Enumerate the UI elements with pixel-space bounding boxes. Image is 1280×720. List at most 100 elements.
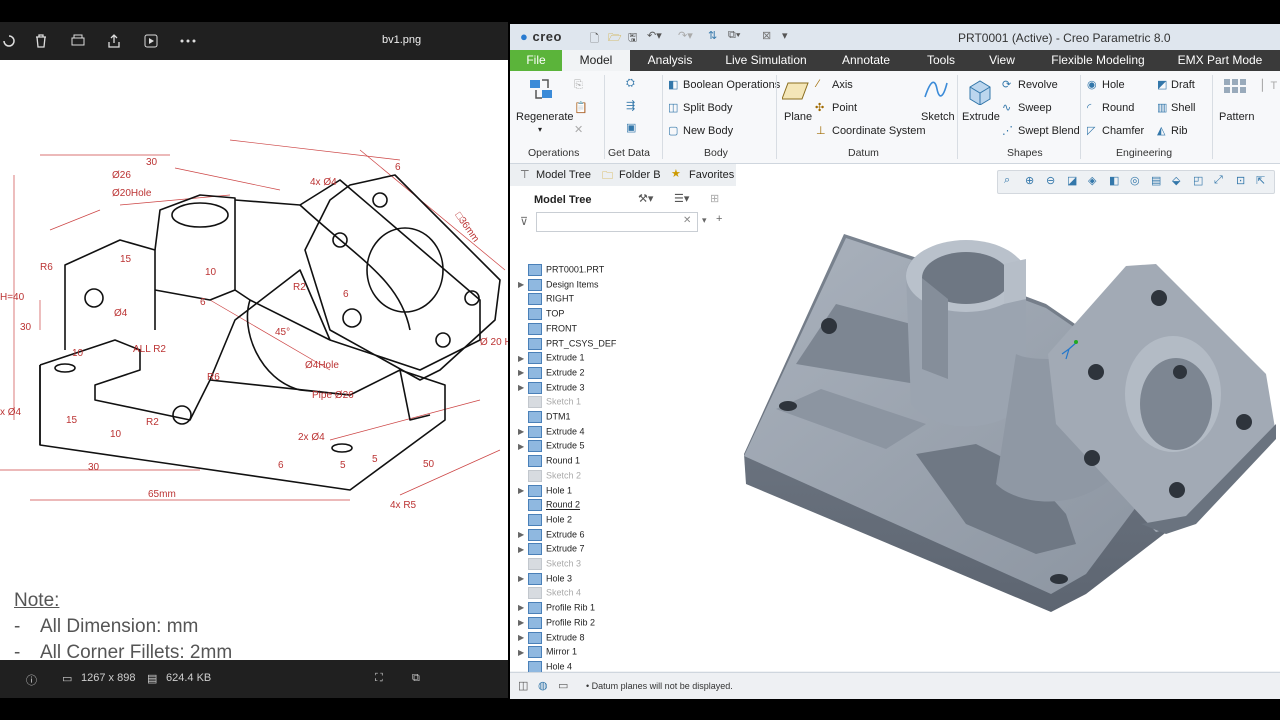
tree-search-input[interactable]: [536, 212, 698, 232]
tab-view[interactable]: View: [982, 50, 1022, 71]
tree-item[interactable]: Hole 2: [518, 513, 572, 528]
tab-flexible-modeling[interactable]: Flexible Modeling: [1040, 50, 1156, 71]
csys-display-icon[interactable]: ⇱: [1256, 174, 1265, 187]
delete-feature-icon[interactable]: ✕: [574, 123, 583, 136]
tree-item[interactable]: TOP: [518, 308, 564, 322]
hole-button[interactable]: Hole: [1102, 79, 1125, 91]
expand-arrow-icon[interactable]: ▶: [518, 545, 528, 554]
group-datum[interactable]: Datum: [848, 147, 879, 159]
customize-icon[interactable]: ▾: [782, 29, 788, 42]
add-icon[interactable]: +: [716, 213, 722, 225]
user-defined-feature-icon[interactable]: ⛭: [626, 77, 635, 90]
rib-button[interactable]: Rib: [1171, 125, 1188, 137]
boolean-operations-button[interactable]: Boolean Operations: [683, 79, 780, 91]
tree-item[interactable]: ▶ Extrude 3: [518, 381, 585, 396]
save-icon[interactable]: 🖫: [628, 29, 637, 48]
tree-item[interactable]: ▶ Extrude 2: [518, 366, 585, 381]
tree-item[interactable]: ▶ Extrude 8: [518, 631, 585, 646]
tree-item[interactable]: Sketch 3: [518, 558, 581, 572]
tree-item[interactable]: FRONT: [518, 322, 577, 337]
fullscreen-icon[interactable]: ⧉: [412, 672, 420, 685]
expand-arrow-icon[interactable]: ▶: [518, 427, 528, 436]
expand-arrow-icon[interactable]: ▶: [518, 486, 528, 495]
split-body-button[interactable]: Split Body: [683, 102, 733, 114]
browser-icon[interactable]: ◍: [538, 679, 548, 692]
tree-columns-icon[interactable]: ⊞: [710, 192, 719, 205]
rotate-icon[interactable]: [0, 32, 18, 50]
regenerate-icon[interactable]: [528, 76, 556, 104]
perspective-icon[interactable]: ◈: [1088, 174, 1096, 187]
sketch-icon[interactable]: [923, 77, 949, 103]
draft-button[interactable]: Draft: [1171, 79, 1195, 91]
regenerate-button[interactable]: Regenerate: [516, 111, 574, 123]
regenerate-dropdown-icon[interactable]: ▾: [538, 125, 542, 134]
new-body-button[interactable]: New Body: [683, 125, 733, 137]
settings-icon[interactable]: ⚒▾: [638, 192, 653, 205]
shrinkwrap-icon[interactable]: ▣: [626, 121, 636, 134]
undo-icon[interactable]: ↶▾: [647, 29, 662, 42]
clear-search-icon[interactable]: ✕: [683, 215, 691, 226]
tree-item[interactable]: ▶ Extrude 6: [518, 528, 585, 543]
expand-arrow-icon[interactable]: ▶: [518, 603, 528, 612]
tree-item[interactable]: ▶ Profile Rib 1: [518, 602, 595, 616]
plane-button[interactable]: Plane: [784, 111, 812, 123]
tab-emx-part-mode[interactable]: EMX Part Mode: [1172, 50, 1268, 71]
fit-screen-icon[interactable]: ⛶: [375, 672, 383, 685]
expand-arrow-icon[interactable]: ▶: [518, 354, 528, 363]
delete-icon[interactable]: [32, 32, 50, 50]
print-icon[interactable]: [69, 32, 87, 50]
zoom-in-icon[interactable]: ⊕: [1025, 174, 1034, 187]
fullscreen-graphics-icon[interactable]: ▭: [558, 679, 568, 692]
extrude-icon[interactable]: [966, 77, 994, 105]
regenerate-small-icon[interactable]: ⇅: [708, 29, 717, 42]
chamfer-button[interactable]: Chamfer: [1102, 125, 1144, 137]
annotation-display-icon[interactable]: ⤢: [1214, 174, 1223, 187]
tree-item[interactable]: ▶ Mirror 1: [518, 646, 577, 660]
close-window-icon[interactable]: ⊠: [762, 29, 771, 42]
show-icon[interactable]: ☰▾: [674, 192, 689, 205]
tree-item[interactable]: ▶ Hole 1: [518, 484, 572, 499]
section-icon[interactable]: ⬙: [1172, 174, 1180, 187]
expand-arrow-icon[interactable]: ▶: [518, 280, 528, 289]
graphics-window[interactable]: ⌕ ⊕ ⊖ ◪ ◈ ◧ ◎ ▤ ⬙ ◰ ⤢ ⊡ ⇱: [736, 164, 1280, 671]
zoom-out-icon[interactable]: ⊖: [1046, 174, 1055, 187]
repaint-icon[interactable]: ◪: [1067, 174, 1077, 187]
group-get-data[interactable]: Get Data: [608, 147, 650, 159]
tree-item[interactable]: Round 2: [518, 499, 580, 513]
open-folder-icon[interactable]: 🗁: [608, 29, 622, 48]
tree-item[interactable]: ▶ Hole 3: [518, 572, 572, 587]
copy-icon[interactable]: ⎘: [574, 79, 583, 92]
refit-icon[interactable]: ⌕: [1004, 174, 1010, 187]
tab-live-simulation[interactable]: Live Simulation: [716, 50, 816, 71]
tree-item[interactable]: Sketch 2: [518, 469, 581, 484]
group-shapes[interactable]: Shapes: [1007, 147, 1043, 159]
pattern-icon[interactable]: [1222, 77, 1248, 103]
tree-item[interactable]: PRT_CSYS_DEF: [518, 337, 616, 352]
more-icon[interactable]: [179, 32, 197, 50]
group-engineering[interactable]: Engineering: [1116, 147, 1172, 159]
expand-arrow-icon[interactable]: ▶: [518, 648, 528, 657]
tree-item[interactable]: ▶ Profile Rib 2: [518, 616, 595, 631]
tree-item[interactable]: ▶ Design Items: [518, 278, 599, 293]
redo-icon[interactable]: ↷▾: [678, 29, 693, 42]
saved-orientations-icon[interactable]: ◎: [1130, 174, 1140, 187]
tab-favorites[interactable]: Favorites: [689, 169, 734, 181]
search-dropdown-icon[interactable]: ▾: [702, 215, 707, 226]
expand-arrow-icon[interactable]: ▶: [518, 574, 528, 583]
tab-analysis[interactable]: Analysis: [640, 50, 700, 71]
tree-item[interactable]: RIGHT: [518, 293, 574, 307]
round-button[interactable]: Round: [1102, 102, 1134, 114]
tree-item[interactable]: PRT0001.PRT: [518, 264, 604, 278]
more-editing-icon[interactable]: ▏T: [1262, 79, 1277, 92]
tree-item[interactable]: ▶ Extrude 1: [518, 352, 585, 366]
view-manager-icon[interactable]: ▤: [1151, 174, 1161, 187]
tab-folder-browser[interactable]: Folder B: [619, 169, 661, 181]
group-body[interactable]: Body: [704, 147, 728, 159]
swept-blend-button[interactable]: Swept Blend: [1018, 125, 1080, 137]
tab-model[interactable]: Model: [562, 50, 630, 71]
tab-model-tree[interactable]: Model Tree: [536, 169, 591, 181]
coordinate-system-button[interactable]: Coordinate System: [832, 125, 926, 137]
show-navigator-icon[interactable]: ◫: [518, 679, 528, 692]
windows-icon[interactable]: ⧉▾: [728, 29, 740, 42]
tree-item[interactable]: ▶ Extrude 4: [518, 425, 585, 440]
